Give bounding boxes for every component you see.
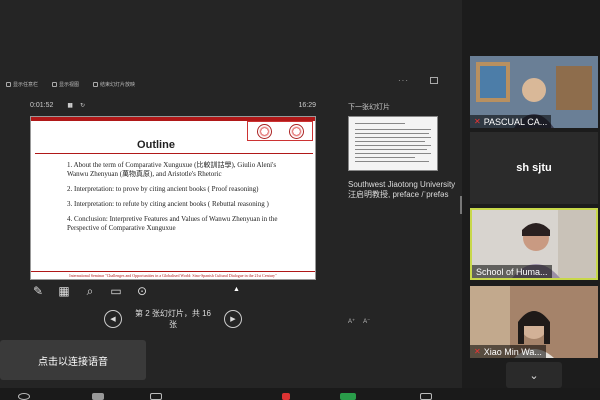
- zoom-icon[interactable]: ⌕: [82, 283, 98, 299]
- page-indicator: 第 2 张幻灯片，共 16 张: [134, 309, 211, 329]
- slide-title: Outline: [137, 139, 175, 151]
- participant-name-label: ✕ Xiao Min Wa...: [470, 345, 546, 358]
- chevron-down-icon: ⌄: [529, 369, 539, 382]
- thumb-line: [355, 149, 427, 150]
- mouse-cursor-icon: ▲: [233, 286, 240, 293]
- slide-navigation: ◀ 第 2 张幻灯片，共 16 张 ▶: [104, 308, 242, 330]
- next-slide-thumbnail[interactable]: [348, 116, 438, 171]
- end-slideshow-button[interactable]: 结束幻灯片放映: [93, 81, 135, 88]
- notification-badge: [282, 393, 290, 400]
- outline-list: 1. About the term of Comparative Xunguxu…: [67, 161, 287, 239]
- outline-item: 1. About the term of Comparative Xunguxu…: [67, 161, 277, 178]
- black-screen-icon[interactable]: ▭: [108, 283, 124, 299]
- show-taskbar-button[interactable]: 显示任意栏: [6, 81, 38, 88]
- next-slide-button[interactable]: ▶: [224, 310, 242, 328]
- notes-font-controls: A⁺ A⁻: [348, 318, 370, 325]
- timer-row: 0:01:52 ▮▮ ↻ 16:29: [30, 102, 316, 109]
- current-slide: Outline 1. About the term of Comparative…: [30, 116, 316, 280]
- all-slides-icon[interactable]: ▦: [56, 283, 72, 299]
- maximize-icon[interactable]: [430, 77, 438, 84]
- connect-audio-toast[interactable]: 点击以连接语音: [0, 340, 146, 380]
- title-rule: [35, 153, 313, 154]
- pen-icon[interactable]: ✎: [30, 283, 46, 299]
- taskbar-icon: [6, 81, 11, 87]
- outline-item: 2. Interpretation: to prove by citing an…: [67, 185, 259, 193]
- thumb-line: [355, 145, 431, 146]
- decrease-font-button[interactable]: A⁻: [363, 318, 370, 325]
- scroll-down-button[interactable]: ⌄: [506, 362, 562, 388]
- reactions-icon[interactable]: [420, 393, 432, 400]
- thumb-line: [355, 133, 429, 134]
- thumb-line: [355, 161, 429, 162]
- end-show-icon: [93, 81, 99, 87]
- slide-tools: ✎ ▦ ⌕ ▭ ⊙: [30, 283, 150, 299]
- thumb-line: [355, 141, 425, 142]
- mic-muted-icon: ✕: [474, 117, 481, 126]
- display-icon: [52, 81, 58, 87]
- university-logos: [247, 121, 313, 141]
- presenter-toolbar: 显示任意栏 显示视图 结束幻灯片放映: [6, 77, 135, 91]
- university-seal-logo: [256, 123, 272, 139]
- clock: 16:29: [298, 102, 316, 109]
- thumb-line: [355, 137, 431, 138]
- security-icon[interactable]: [150, 393, 162, 400]
- speaker-notes: Southwest Jiaotong University 汪启明教授, pre…: [348, 180, 456, 199]
- display-settings-button[interactable]: 显示视图: [52, 81, 79, 88]
- audio-icon[interactable]: [18, 393, 30, 400]
- outline-item: 4. Conclusion: Interpretive Features and…: [67, 215, 278, 232]
- slide-footer: International Seminar "Challenges and Op…: [31, 271, 315, 279]
- participant-tile[interactable]: ✕ PASCUAL CA...: [470, 56, 598, 128]
- thumb-line: [355, 123, 405, 124]
- increase-font-button[interactable]: A⁺: [348, 318, 355, 325]
- pause-icon[interactable]: ▮▮: [67, 102, 73, 109]
- more-tools-icon[interactable]: ⊙: [134, 283, 150, 299]
- participant-name-label: ✕ PASCUAL CA...: [470, 115, 552, 128]
- university-crest-logo: [288, 123, 304, 139]
- mic-muted-icon: ✕: [474, 347, 481, 356]
- thumb-line: [355, 157, 415, 158]
- previous-slide-button[interactable]: ◀: [104, 310, 122, 328]
- participant-tile[interactable]: sh sjtu: [470, 132, 598, 204]
- outline-item: 3. Interpretation: to refute by citing a…: [67, 200, 269, 208]
- presenter-view: 显示任意栏 显示视图 结束幻灯片放映 ··· 0:01:52 ▮▮ ↻ 16:2…: [0, 0, 462, 400]
- thumb-line: [355, 153, 431, 154]
- participant-tile[interactable]: ✕ Xiao Min Wa...: [470, 286, 598, 358]
- thumb-line: [355, 129, 431, 130]
- more-options-icon[interactable]: ···: [398, 76, 409, 85]
- restart-timer-icon[interactable]: ↻: [80, 102, 85, 109]
- participant-name-label: sh sjtu: [516, 162, 552, 174]
- participant-tile-active-speaker[interactable]: School of Huma...: [470, 208, 598, 280]
- next-slide-label: 下一张幻灯片: [348, 104, 390, 111]
- elapsed-timer: 0:01:52: [30, 102, 54, 109]
- share-screen-icon[interactable]: [340, 393, 356, 400]
- next-slide-panel: 下一张幻灯片: [348, 102, 456, 112]
- meeting-controls-bar: [0, 388, 600, 400]
- video-icon[interactable]: [92, 393, 104, 400]
- participant-name-label: School of Huma...: [472, 265, 552, 278]
